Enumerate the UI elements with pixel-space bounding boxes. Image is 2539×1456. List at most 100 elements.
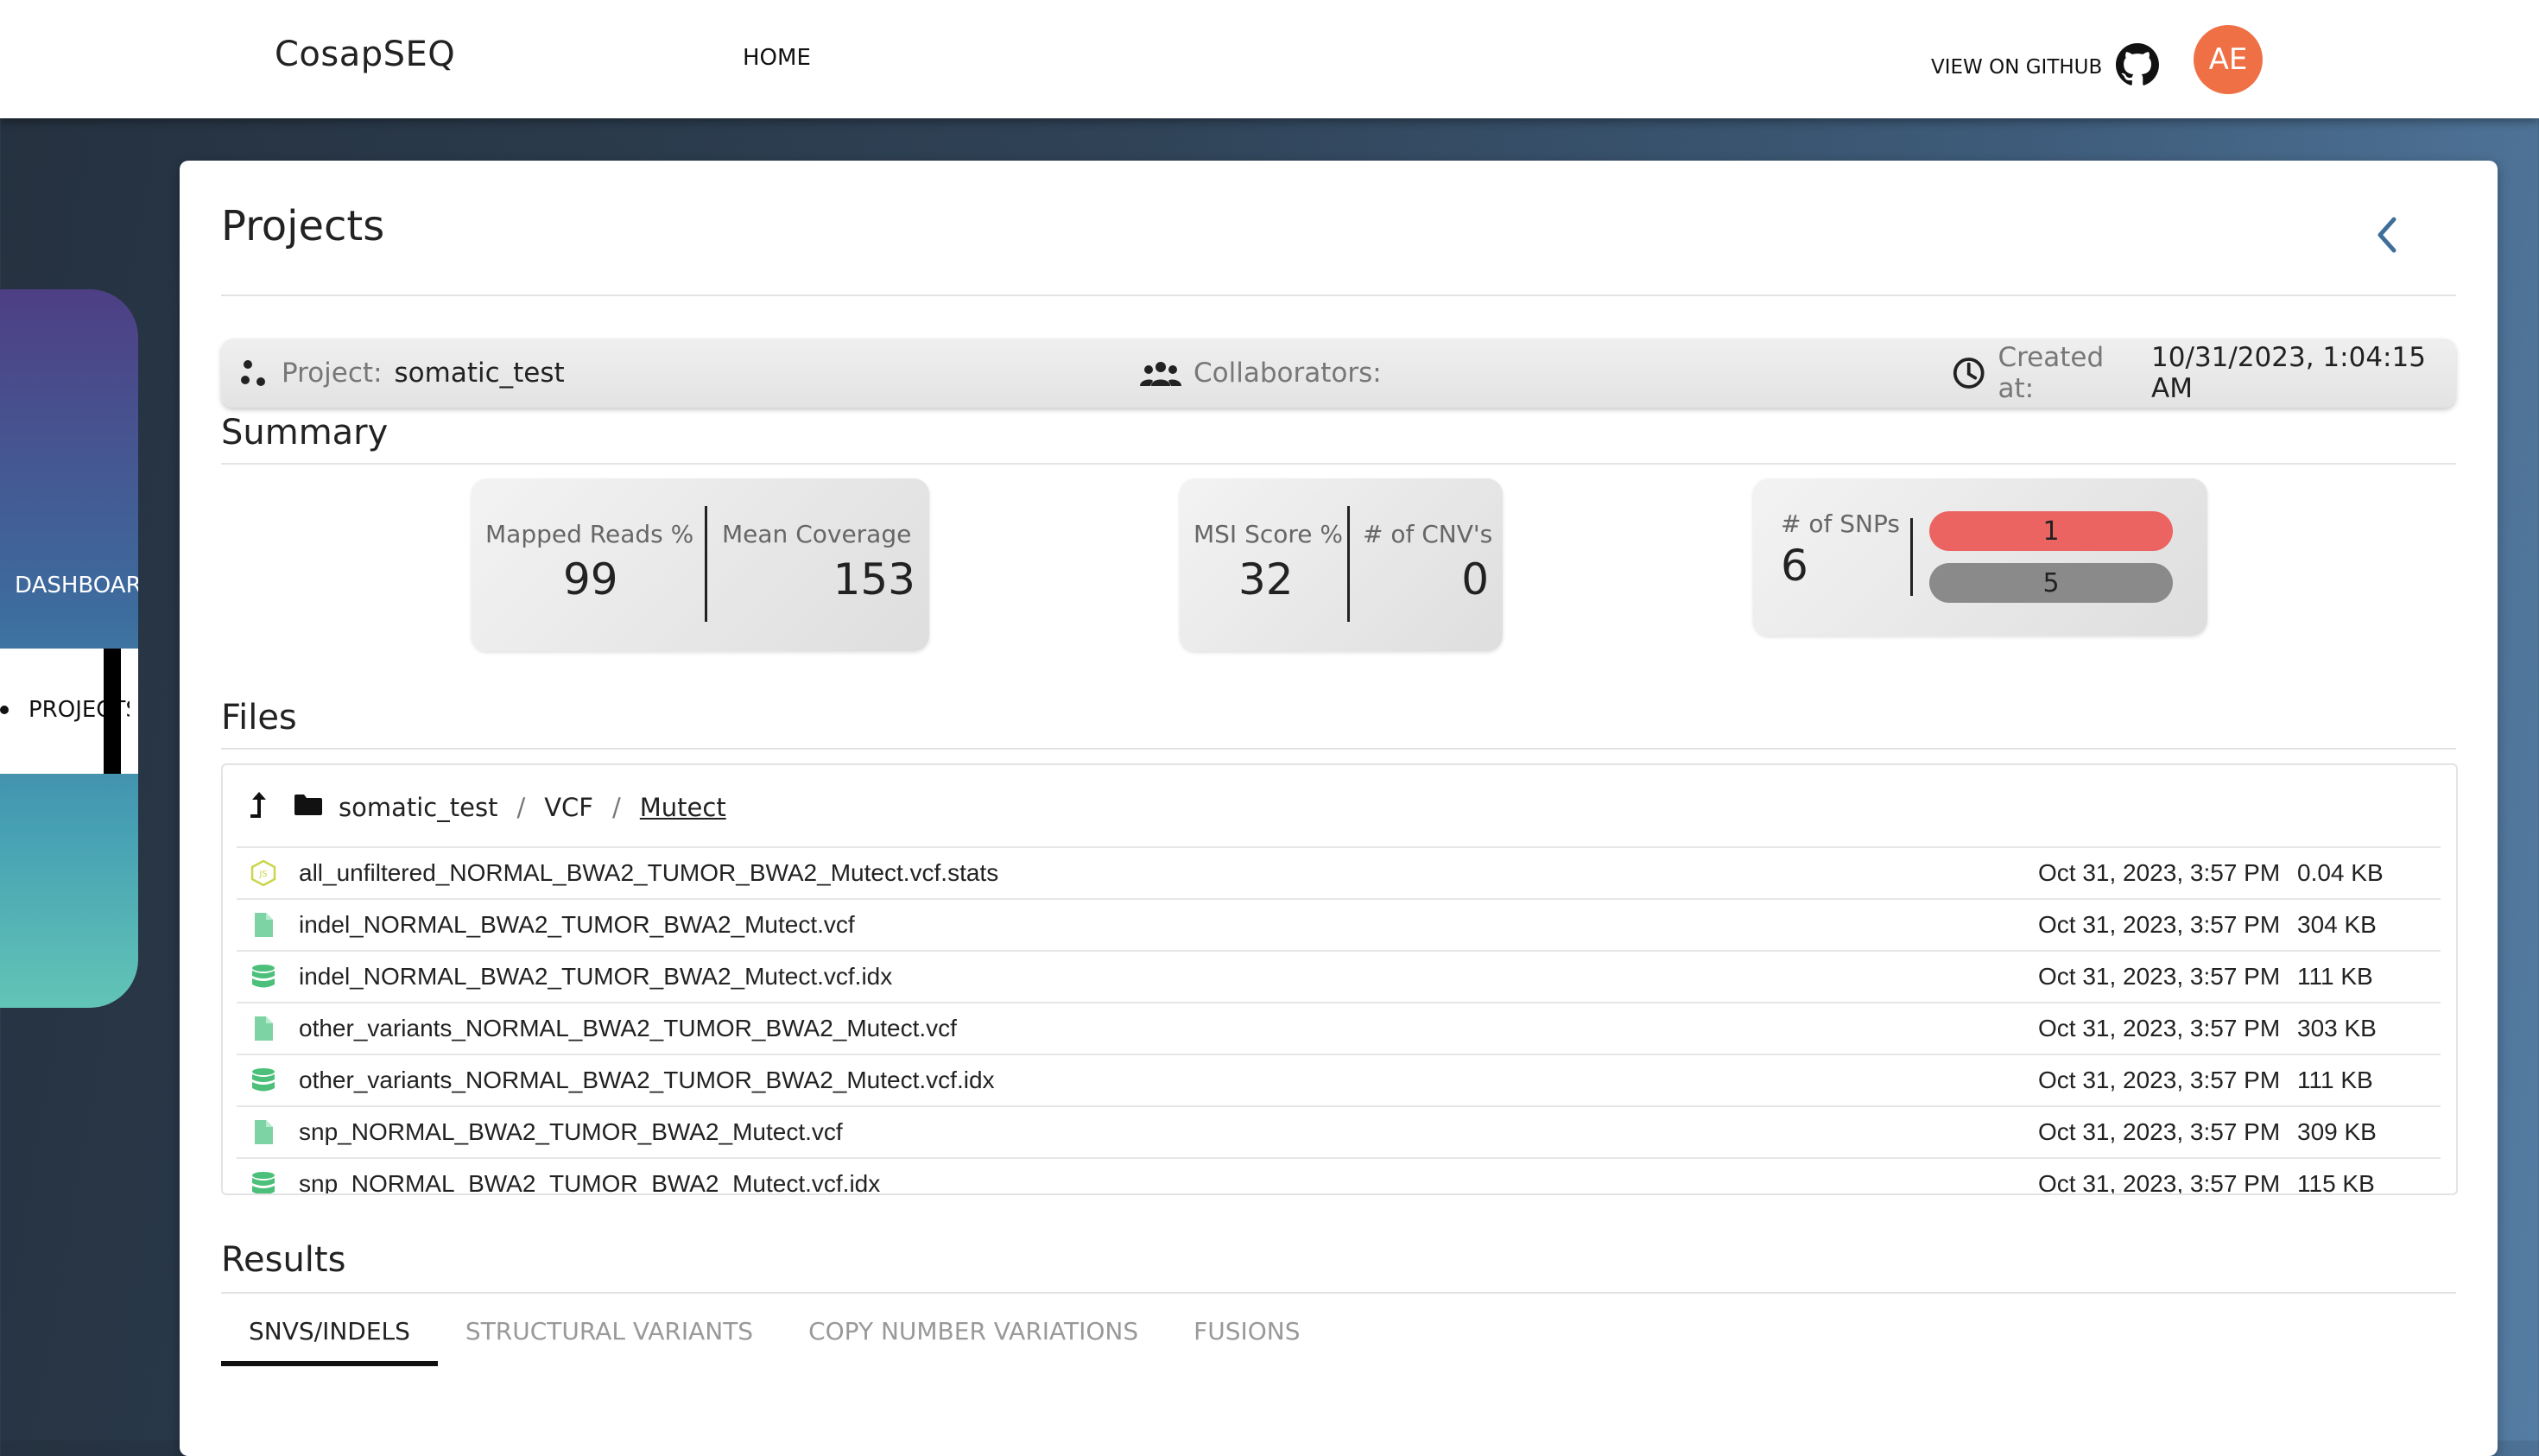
view-on-github-link[interactable]: VIEW ON GITHUB [1931,43,2160,92]
file-list: JS all_unfiltered_NORMAL_BWA2_TUMOR_BWA2… [237,846,2441,1195]
file-size: 309 KB [2297,1118,2377,1145]
file-date: Oct 31, 2023, 3:57 PM [2038,963,2281,990]
snp-bar-gray[interactable]: 5 [1929,563,2173,603]
file-icon [250,1119,276,1145]
project-info: Project: somatic_test [238,339,565,408]
tab-fusions[interactable]: FUSIONS [1166,1301,1327,1361]
file-name: indel_NORMAL_BWA2_TUMOR_BWA2_Mutect.vcf [299,911,855,938]
file-name: indel_NORMAL_BWA2_TUMOR_BWA2_Mutect.vcf.… [299,963,893,990]
msi-score-value: 32 [1238,554,1294,605]
tab-structural-variants[interactable]: STRUCTURAL VARIANTS [438,1301,781,1361]
breadcrumb-item-vcf[interactable]: VCF [544,793,593,822]
file-size: 304 KB [2297,911,2377,938]
summary-divider [221,463,2456,465]
breadcrumb-item-project[interactable]: somatic_test [339,793,497,822]
breadcrumb-separator: / [516,793,526,822]
database-icon [250,1067,276,1093]
brand-logo[interactable]: CosapSEQ [275,35,455,74]
file-name: snp_NORMAL_BWA2_TUMOR_BWA2_Mutect.vcf.id… [299,1170,881,1195]
file-size: 115 KB [2297,1170,2375,1195]
file-row[interactable]: snp_NORMAL_BWA2_TUMOR_BWA2_Mutect.vcf.id… [237,1157,2441,1195]
svg-text:JS: JS [258,870,267,879]
user-avatar[interactable]: AE [2194,25,2263,94]
file-name: all_unfiltered_NORMAL_BWA2_TUMOR_BWA2_Mu… [299,859,999,886]
breadcrumb-separator: / [612,793,621,822]
file-date: Oct 31, 2023, 3:57 PM [2038,1067,2281,1093]
metric-separator [1910,518,1913,596]
metric-separator [1347,506,1350,622]
created-value: 10/31/2023, 1:04:15 AM [2151,342,2426,404]
file-size: 111 KB [2297,1067,2373,1093]
file-date: Oct 31, 2023, 3:57 PM [2038,1015,2281,1041]
snp-count-value: 6 [1781,541,1808,591]
files-title: Files [221,698,297,737]
github-label: VIEW ON GITHUB [1931,56,2103,79]
mapped-reads-label: Mapped Reads % [485,520,694,548]
github-icon [2116,43,2160,92]
snp-count-label: # of SNPs [1781,510,1900,538]
file-name: snp_NORMAL_BWA2_TUMOR_BWA2_Mutect.vcf [299,1118,843,1145]
database-icon [250,1171,276,1193]
folder-icon [294,793,323,822]
file-icon [250,912,276,938]
sidebar-item-projects-label: PROJECTS [28,697,138,723]
file-size: 111 KB [2297,963,2373,990]
cnv-count-value: 0 [1461,554,1489,605]
js-file-icon: JS [250,859,276,887]
group-icon [1140,362,1181,386]
file-date: Oct 31, 2023, 3:57 PM [2038,911,2281,938]
project-info-bar: Project: somatic_test Collaborators: Cre… [221,339,2456,408]
cnv-count-label: # of CNV's [1363,520,1493,548]
nav-home-link[interactable]: HOME [743,45,811,71]
file-row[interactable]: other_variants_NORMAL_BWA2_TUMOR_BWA2_Mu… [237,1054,2441,1105]
file-icon [250,1016,276,1041]
metric-card-snps: # of SNPs 6 1 5 [1753,478,2207,636]
file-row[interactable]: other_variants_NORMAL_BWA2_TUMOR_BWA2_Mu… [237,1002,2441,1054]
metric-card-alignment: Mapped Reads % 99 Mean Coverage 153 [472,478,929,651]
database-icon [250,964,276,990]
file-row[interactable]: JS all_unfiltered_NORMAL_BWA2_TUMOR_BWA2… [237,846,2441,898]
breadcrumb-item-mutect[interactable]: Mutect [640,793,726,822]
sidebar-item-projects[interactable]: PROJECTS [0,649,138,774]
collaborators-label: Collaborators: [1194,358,1382,389]
file-size: 303 KB [2297,1015,2377,1041]
page-title: Projects [221,202,385,250]
file-row[interactable]: snp_NORMAL_BWA2_TUMOR_BWA2_Mutect.vcf Oc… [237,1105,2441,1157]
sidebar-item-dashboard[interactable]: DASHBOARD [15,573,138,598]
metric-separator [705,506,707,622]
file-row[interactable]: indel_NORMAL_BWA2_TUMOR_BWA2_Mutect.vcf.… [237,950,2441,1002]
active-indicator [104,649,121,774]
collaborators-info: Collaborators: [1140,339,1382,408]
file-size: 0.04 KB [2297,859,2384,886]
mean-coverage-label: Mean Coverage [722,520,912,548]
file-row[interactable]: indel_NORMAL_BWA2_TUMOR_BWA2_Mutect.vcf … [237,898,2441,950]
mapped-reads-value: 99 [563,554,618,605]
projects-card: Projects Project: somatic_test Collabora… [180,161,2498,1456]
summary-title: Summary [221,413,389,453]
msi-score-label: MSI Score % [1194,520,1344,548]
file-date: Oct 31, 2023, 3:57 PM [2038,1118,2281,1145]
back-button[interactable] [2365,209,2408,261]
up-arrow-icon[interactable] [249,790,269,826]
results-title: Results [221,1240,346,1280]
created-info: Created at: 10/31/2023, 1:04:15 AM [1952,339,2456,408]
file-browser: somatic_test / VCF / Mutect JS all_unfil… [221,763,2458,1195]
snp-bar-red[interactable]: 1 [1929,511,2173,551]
breadcrumb: somatic_test / VCF / Mutect [249,786,726,829]
clock-icon [1953,358,1985,389]
sidebar: DASHBOARD PROJECTS [0,289,138,1008]
metric-card-msi-cnv: MSI Score % 32 # of CNV's 0 [1180,478,1503,651]
project-name: somatic_test [394,358,565,389]
tab-snvs-indels[interactable]: SNVS/INDELS [221,1301,438,1366]
mean-coverage-value: 153 [833,554,915,605]
title-divider [221,294,2456,296]
file-date: Oct 31, 2023, 3:57 PM [2038,859,2281,886]
results-tabs: SNVS/INDELS STRUCTURAL VARIANTS COPY NUM… [221,1301,1328,1366]
created-label: Created at: [1998,342,2105,404]
file-name: other_variants_NORMAL_BWA2_TUMOR_BWA2_Mu… [299,1067,995,1093]
project-icon [241,360,265,386]
file-date: Oct 31, 2023, 3:57 PM [2038,1170,2281,1195]
tab-copy-number-variations[interactable]: COPY NUMBER VARIATIONS [781,1301,1166,1361]
chevron-left-icon [2378,217,2397,253]
project-label: Project: [282,358,383,389]
